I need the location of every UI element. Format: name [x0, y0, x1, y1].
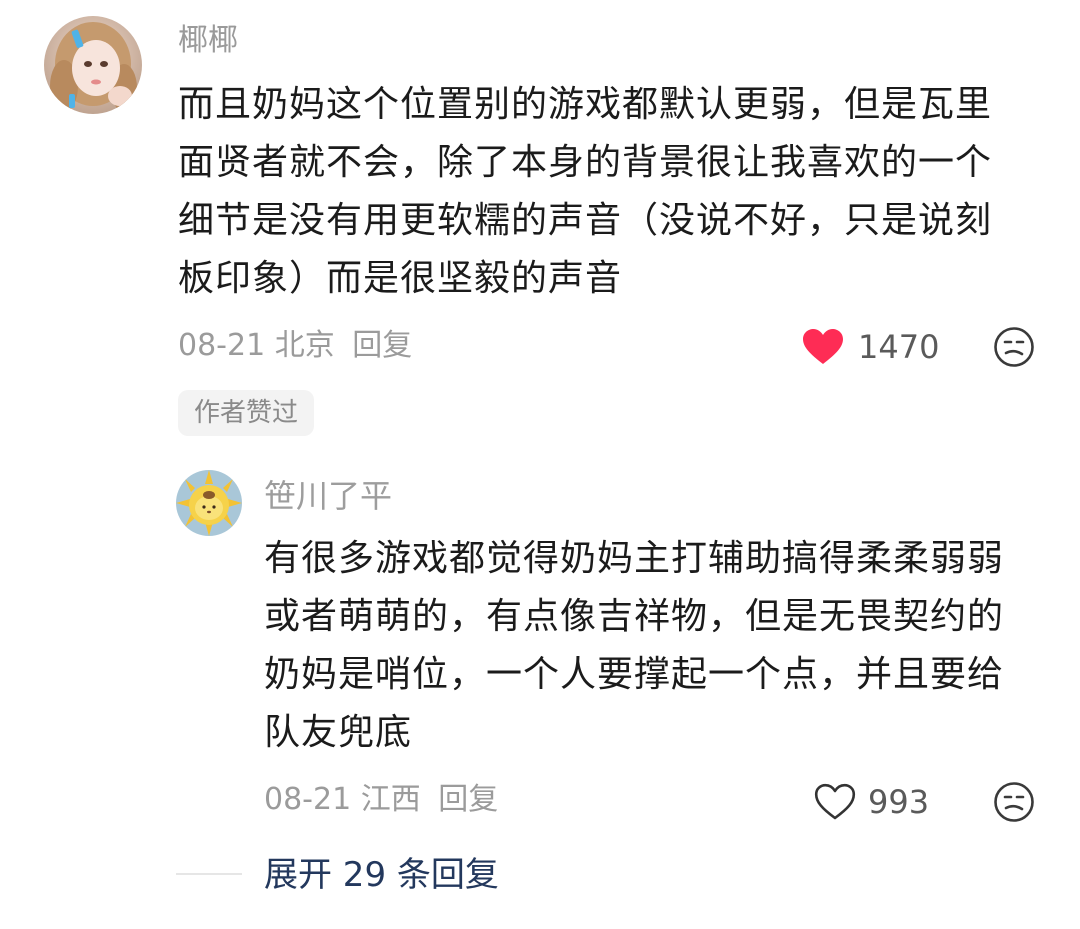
reply-avatar-image [176, 470, 242, 536]
reply-meta: 08-21 江西 回复 [264, 778, 498, 822]
expand-replies-link[interactable]: 展开 29 条回复 [264, 852, 499, 898]
reply-text-line: 或者萌萌的，有点像吉祥物，但是无畏契约的 [264, 596, 1005, 637]
author-liked-badge: 作者赞过 [178, 390, 315, 436]
reply-username[interactable]: 笹川了平 [264, 474, 392, 518]
reply-dislike-button[interactable] [993, 781, 1035, 823]
reply-like-count: 993 [868, 783, 930, 821]
reply-button[interactable]: 回复 [352, 328, 412, 363]
comment-text-line: 而且奶妈这个位置别的游戏都默认更弱，但是瓦里 [178, 84, 993, 125]
reply-like-button[interactable]: 993 [814, 780, 929, 824]
avatar[interactable] [44, 16, 142, 114]
reply-text-line: 有很多游戏都觉得奶妈主打辅助搞得柔柔弱弱 [264, 538, 1005, 579]
reply-date-location: 08-21 江西 [264, 782, 421, 817]
comment-body: 而且奶妈这个位置别的游戏都默认更弱，但是瓦里 面贤者就不会，除了本身的背景很让我… [178, 76, 1028, 308]
expand-divider [176, 873, 242, 875]
heart-filled-icon [803, 329, 843, 364]
dislike-button[interactable] [993, 326, 1035, 368]
like-count: 1470 [858, 328, 940, 366]
comment-text-line: 面贤者就不会，除了本身的背景很让我喜欢的一个 [178, 142, 993, 183]
reply-reply-button[interactable]: 回复 [438, 782, 498, 817]
dislike-face-icon [994, 782, 1034, 822]
heart-outline-icon [814, 783, 856, 820]
reply-text-line: 队友兜底 [264, 712, 413, 753]
reply-text-line: 奶妈是哨位，一个人要撑起一个点，并且要给 [264, 654, 1005, 695]
reply-avatar[interactable] [176, 470, 242, 536]
comment-text-line: 板印象）而是很坚毅的声音 [178, 258, 623, 299]
comment-text-line: 细节是没有用更软糯的声音（没说不好，只是说刻 [178, 200, 993, 241]
dislike-face-icon [994, 327, 1034, 367]
reply-body: 有很多游戏都觉得奶妈主打辅助搞得柔柔弱弱 或者萌萌的，有点像吉祥物，但是无畏契约… [264, 530, 1044, 762]
user-avatar-image [44, 16, 142, 114]
comment-meta: 08-21 北京 回复 [178, 324, 412, 368]
comment-date-location: 08-21 北京 [178, 328, 335, 363]
like-button[interactable]: 1470 [802, 325, 939, 369]
username[interactable]: 椰椰 [178, 20, 238, 62]
